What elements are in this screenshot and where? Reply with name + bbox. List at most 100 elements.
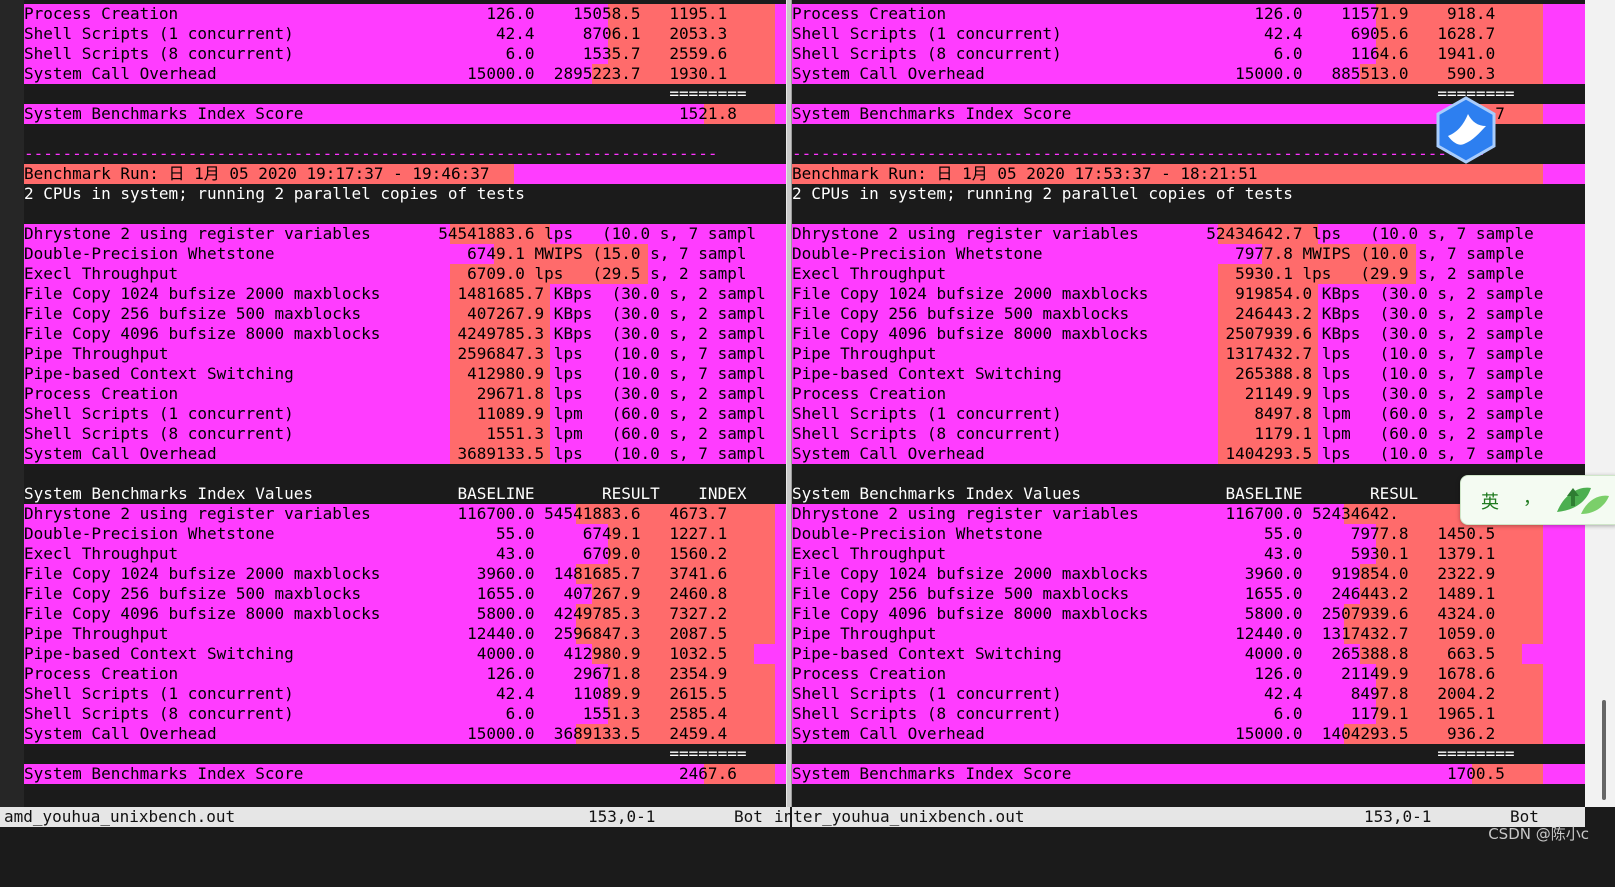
- line-text: Dhrystone 2 using register variables 545…: [24, 224, 757, 243]
- line-text: Double-Precision Whetstone 6749.1 MWIPS …: [24, 244, 747, 263]
- text-line: System Benchmarks Index Score 1521.8: [24, 104, 786, 124]
- text-line: File Copy 256 bufsize 500 maxblocks 1655…: [24, 584, 786, 604]
- text-line: Dhrystone 2 using register variables 545…: [24, 224, 786, 244]
- line-text: System Benchmarks Index Score 1521.8: [24, 104, 737, 123]
- line-text: Shell Scripts (1 concurrent) 42.4 8497.8…: [792, 684, 1496, 703]
- line-text: Shell Scripts (1 concurrent) 42.4 11089.…: [24, 684, 728, 703]
- line-text: System Benchmarks Index Values BASELINE …: [24, 484, 747, 503]
- line-text: File Copy 4096 bufsize 8000 maxblocks 58…: [792, 604, 1496, 623]
- text-line: Process Creation 126.0 11571.9 918.4: [792, 4, 1585, 24]
- line-text: ----------------------------------------…: [24, 144, 718, 163]
- line-text: Pipe-based Context Switching 4000.0 4129…: [24, 644, 728, 663]
- line-text: ========: [792, 744, 1515, 763]
- right-status-filename: inter_youhua_unixbench.out: [774, 807, 1025, 826]
- line-text: Execl Throughput 6709.0 lps (29.5 s, 2 s…: [24, 264, 747, 283]
- line-text: File Copy 256 bufsize 500 maxblocks 1655…: [24, 584, 728, 603]
- line-text: System Call Overhead 15000.0 2895223.7 1…: [24, 64, 728, 83]
- ime-punctuation-mode[interactable]: ，: [1523, 484, 1541, 510]
- text-line: File Copy 256 bufsize 500 maxblocks 2464…: [792, 304, 1585, 324]
- text-line: Pipe-based Context Switching 4000.0 2653…: [792, 644, 1585, 664]
- line-text: Shell Scripts (1 concurrent) 8497.8 lpm …: [792, 404, 1544, 423]
- line-text: Pipe Throughput 1317432.7 lps (10.0 s, 7…: [792, 344, 1544, 363]
- text-line: System Call Overhead 15000.0 2895223.7 1…: [24, 64, 786, 84]
- line-text: Execl Throughput 5930.1 lps (29.9 s, 2 s…: [792, 264, 1525, 283]
- left-status-position: 153,0-1: [588, 807, 656, 826]
- text-line: Execl Throughput 43.0 5930.1 1379.1: [792, 544, 1585, 564]
- line-text: [24, 124, 786, 144]
- line-text: ========: [24, 84, 747, 103]
- left-editor-pane[interactable]: Process Creation 126.0 15058.5 1195.1 She…: [0, 0, 786, 807]
- text-line: Shell Scripts (1 concurrent) 11089.9 lpm…: [24, 404, 786, 424]
- line-text: Pipe Throughput 12440.0 1317432.7 1059.0: [792, 624, 1496, 643]
- text-line: Dhrystone 2 using register variables 116…: [24, 504, 786, 524]
- text-line: [792, 204, 1585, 224]
- text-line: Shell Scripts (1 concurrent) 42.4 6905.6…: [792, 24, 1585, 44]
- left-gutter: [0, 0, 24, 807]
- window-scrollbar[interactable]: [1585, 0, 1615, 807]
- text-line: Double-Precision Whetstone 55.0 7977.8 1…: [792, 524, 1585, 544]
- line-text: File Copy 4096 bufsize 8000 maxblocks 25…: [792, 324, 1544, 343]
- line-text: Double-Precision Whetstone 7977.8 MWIPS …: [792, 244, 1525, 263]
- line-text: System Call Overhead 15000.0 3689133.5 2…: [24, 724, 728, 743]
- ime-skin-leaf-icon[interactable]: [1551, 482, 1611, 518]
- text-line: Double-Precision Whetstone 7977.8 MWIPS …: [792, 244, 1585, 264]
- text-line: Shell Scripts (8 concurrent) 1179.1 lpm …: [792, 424, 1585, 444]
- text-line: File Copy 256 bufsize 500 maxblocks 4072…: [24, 304, 786, 324]
- text-line: Pipe Throughput 12440.0 1317432.7 1059.0: [792, 624, 1585, 644]
- text-line: File Copy 4096 bufsize 8000 maxblocks 58…: [792, 604, 1585, 624]
- text-line: Shell Scripts (1 concurrent) 42.4 11089.…: [24, 684, 786, 704]
- line-text: Shell Scripts (8 concurrent) 1551.3 lpm …: [24, 424, 766, 443]
- text-line: Pipe-based Context Switching 265388.8 lp…: [792, 364, 1585, 384]
- text-line: Shell Scripts (8 concurrent) 1551.3 lpm …: [24, 424, 786, 444]
- text-line: Execl Throughput 6709.0 lps (29.5 s, 2 s…: [24, 264, 786, 284]
- text-line: System Call Overhead 15000.0 885513.0 59…: [792, 64, 1585, 84]
- text-line: Benchmark Run: 日 1月 05 2020 19:17:37 - 1…: [24, 164, 786, 184]
- line-text: File Copy 256 bufsize 500 maxblocks 2464…: [792, 304, 1544, 323]
- floating-bird-assistant-icon[interactable]: [1434, 96, 1498, 164]
- left-status-line: amd_youhua_unixbench.out 153,0-1 Bot: [0, 807, 790, 827]
- line-text: Dhrystone 2 using register variables 524…: [792, 224, 1534, 243]
- line-text: 2 CPUs in system; running 2 parallel cop…: [792, 184, 1293, 203]
- text-line: Execl Throughput 43.0 6709.0 1560.2: [24, 544, 786, 564]
- ime-language-mode[interactable]: 英: [1481, 488, 1499, 514]
- text-line: [24, 124, 786, 144]
- line-text: [24, 464, 786, 484]
- line-text: Shell Scripts (8 concurrent) 6.0 1535.7 …: [24, 44, 728, 63]
- line-text: Process Creation 126.0 11571.9 918.4: [792, 4, 1496, 23]
- text-line: Pipe Throughput 2596847.3 lps (10.0 s, 7…: [24, 344, 786, 364]
- ime-toolbar[interactable]: 英 ，: [1460, 475, 1615, 525]
- text-line: System Call Overhead 1404293.5 lps (10.0…: [792, 444, 1585, 464]
- line-text: Dhrystone 2 using register variables 116…: [24, 504, 728, 523]
- line-text: Double-Precision Whetstone 55.0 6749.1 1…: [24, 524, 728, 543]
- text-line: File Copy 4096 bufsize 8000 maxblocks 25…: [792, 324, 1585, 344]
- line-text: System Call Overhead 3689133.5 lps (10.0…: [24, 444, 766, 463]
- line-text: 2 CPUs in system; running 2 parallel cop…: [24, 184, 525, 203]
- line-text: System Call Overhead 15000.0 885513.0 59…: [792, 64, 1496, 83]
- text-line: File Copy 1024 bufsize 2000 maxblocks 39…: [792, 564, 1585, 584]
- text-line: File Copy 4096 bufsize 8000 maxblocks 42…: [24, 324, 786, 344]
- line-text: File Copy 4096 bufsize 8000 maxblocks 42…: [24, 324, 766, 343]
- line-text: Process Creation 126.0 15058.5 1195.1: [24, 4, 728, 23]
- line-text: File Copy 4096 bufsize 8000 maxblocks 58…: [24, 604, 728, 623]
- line-text: System Call Overhead 1404293.5 lps (10.0…: [792, 444, 1544, 463]
- right-status-position: 153,0-1: [1364, 807, 1432, 826]
- line-text: Shell Scripts (1 concurrent) 42.4 8706.1…: [24, 24, 728, 43]
- text-line: Shell Scripts (8 concurrent) 6.0 1535.7 …: [24, 44, 786, 64]
- line-text: Shell Scripts (1 concurrent) 11089.9 lpm…: [24, 404, 766, 423]
- line-text: System Benchmarks Index Score 2467.6: [24, 764, 737, 783]
- line-text: Pipe Throughput 12440.0 2596847.3 2087.5: [24, 624, 728, 643]
- scrollbar-thumb[interactable]: [1602, 700, 1606, 800]
- line-text: [792, 204, 1585, 224]
- line-text: Pipe-based Context Switching 412980.9 lp…: [24, 364, 766, 383]
- line-text: Shell Scripts (8 concurrent) 6.0 1179.1 …: [792, 704, 1496, 723]
- line-text: Process Creation 21149.9 lps (30.0 s, 2 …: [792, 384, 1544, 403]
- line-text: Double-Precision Whetstone 55.0 7977.8 1…: [792, 524, 1496, 543]
- text-line: Process Creation 29671.8 lps (30.0 s, 2 …: [24, 384, 786, 404]
- text-line: Pipe-based Context Switching 412980.9 lp…: [24, 364, 786, 384]
- text-line: Shell Scripts (1 concurrent) 8497.8 lpm …: [792, 404, 1585, 424]
- left-status-scroll: Bot: [734, 807, 763, 826]
- text-line: ----------------------------------------…: [24, 144, 786, 164]
- line-text: Process Creation 29671.8 lps (30.0 s, 2 …: [24, 384, 766, 403]
- line-text: Shell Scripts (8 concurrent) 6.0 1164.6 …: [792, 44, 1496, 63]
- line-text: System Benchmarks Index Score 1700.5: [792, 764, 1505, 783]
